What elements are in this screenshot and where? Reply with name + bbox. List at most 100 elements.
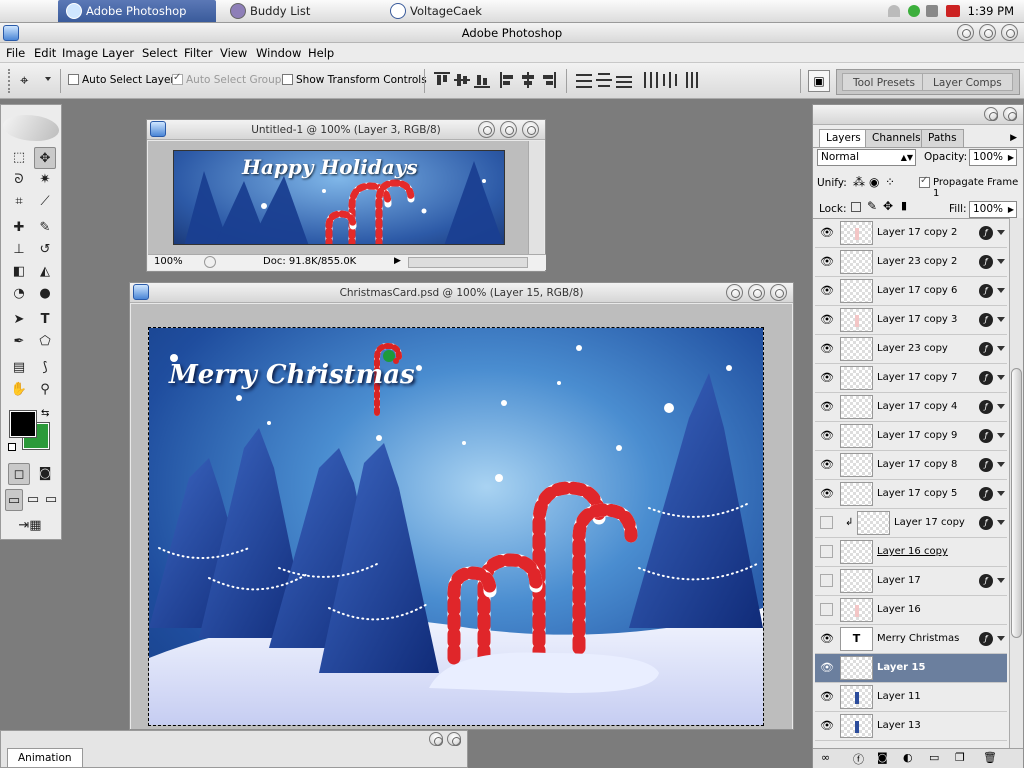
horizontal-scrollbar[interactable] bbox=[408, 257, 528, 268]
status-menu-arrow-icon[interactable]: ▶ bbox=[394, 256, 401, 266]
doc-info-menu-icon[interactable] bbox=[204, 256, 216, 268]
blend-mode-select[interactable]: Normal ▲▼ bbox=[817, 149, 916, 166]
swap-colors-icon[interactable]: ⇆ bbox=[41, 408, 49, 419]
os-tab-photoshop[interactable]: Adobe Photoshop bbox=[58, 0, 216, 22]
menu-help[interactable]: Help bbox=[308, 43, 334, 63]
eyedropper-tool-icon[interactable]: ⟆ bbox=[34, 357, 56, 379]
auto-select-layer-checkbox[interactable] bbox=[68, 74, 79, 85]
layer-row[interactable]: Layer 16 bbox=[815, 596, 1007, 625]
unify-position-icon[interactable]: ⁂ bbox=[853, 175, 865, 189]
maximize-button[interactable] bbox=[500, 121, 517, 138]
distribute-left-edges-icon[interactable] bbox=[642, 72, 658, 88]
layer-effects-icon[interactable]: ƒ bbox=[979, 255, 993, 269]
opacity-field[interactable]: 100% ▶ bbox=[969, 149, 1017, 166]
layer-row[interactable]: Layer 16 copy bbox=[815, 538, 1007, 567]
move-tool-icon[interactable]: ⌖ bbox=[20, 71, 28, 89]
lasso-tool-icon[interactable]: ᘐ bbox=[8, 169, 30, 191]
expand-effects-icon[interactable] bbox=[997, 375, 1005, 380]
align-vertical-centers-icon[interactable] bbox=[454, 72, 470, 88]
new-layer-icon[interactable]: ❐ bbox=[955, 751, 965, 764]
close-button[interactable] bbox=[1001, 24, 1018, 41]
visibility-eye-icon[interactable]: 👁 bbox=[819, 312, 835, 328]
lock-all-icon[interactable]: ▮ bbox=[901, 199, 907, 212]
marquee-tool-icon[interactable]: ⬚ bbox=[8, 147, 30, 169]
visibility-toggle[interactable] bbox=[820, 545, 833, 558]
zoom-level[interactable]: 100% bbox=[154, 256, 183, 267]
unify-visibility-icon[interactable]: ◉ bbox=[869, 175, 879, 189]
visibility-eye-icon[interactable]: 👁 bbox=[819, 689, 835, 705]
layer-row[interactable]: 👁 Layer 23 copy 2 ƒ bbox=[815, 248, 1007, 277]
expand-effects-icon[interactable] bbox=[997, 230, 1005, 235]
auto-select-groups-checkbox[interactable] bbox=[172, 72, 183, 85]
close-button[interactable] bbox=[770, 284, 787, 301]
battery-icon[interactable] bbox=[946, 5, 960, 17]
menu-edit[interactable]: Edit bbox=[34, 43, 56, 63]
zoom-tool-icon[interactable]: ⚲ bbox=[34, 379, 56, 401]
expand-effects-icon[interactable] bbox=[997, 520, 1005, 525]
layer-effects-icon[interactable]: ƒ bbox=[979, 632, 993, 646]
palette-well-icon[interactable]: ▣ bbox=[808, 70, 830, 92]
distribute-horizontal-centers-icon[interactable] bbox=[662, 72, 678, 88]
delete-layer-icon[interactable]: 🗑 bbox=[983, 751, 997, 764]
status-icon[interactable] bbox=[908, 5, 920, 17]
layer-row[interactable]: 👁 Layer 17 copy 8 ƒ bbox=[815, 451, 1007, 480]
layer-row[interactable]: 👁 Layer 17 copy 3 ƒ bbox=[815, 306, 1007, 335]
tab-channels[interactable]: Channels bbox=[865, 129, 928, 147]
vertical-scrollbar[interactable] bbox=[528, 141, 544, 254]
expand-effects-icon[interactable] bbox=[997, 491, 1005, 496]
slice-tool-icon[interactable]: ⟋ bbox=[34, 191, 56, 213]
visibility-toggle[interactable] bbox=[820, 603, 833, 616]
clone-stamp-tool-icon[interactable]: ⊥ bbox=[8, 239, 30, 261]
layer-effects-icon[interactable]: ƒ bbox=[979, 226, 993, 240]
layer-mask-icon[interactable]: ◙ bbox=[877, 751, 888, 764]
tool-presets-tab[interactable]: Tool Presets bbox=[842, 73, 926, 91]
layer-row[interactable]: 👁 Layer 17 copy 5 ƒ bbox=[815, 480, 1007, 509]
animation-tab[interactable]: Animation bbox=[7, 748, 83, 767]
layer-effects-icon[interactable]: ƒ bbox=[979, 400, 993, 414]
layer-row[interactable]: 👁 T Merry Christmas ƒ bbox=[815, 625, 1007, 654]
layer-row[interactable]: 👁 Layer 17 copy 2 ƒ bbox=[815, 219, 1007, 248]
visibility-eye-icon[interactable]: 👁 bbox=[819, 631, 835, 647]
layer-row[interactable]: 👁 Layer 17 copy 9 ƒ bbox=[815, 422, 1007, 451]
dodge-tool-icon[interactable]: ● bbox=[34, 283, 56, 305]
layer-effects-icon[interactable]: ƒ bbox=[979, 342, 993, 356]
distribute-right-edges-icon[interactable] bbox=[682, 72, 698, 88]
layer-effects-icon[interactable]: ƒ bbox=[979, 371, 993, 385]
default-colors-icon[interactable] bbox=[8, 443, 16, 451]
os-tab-buddy-list[interactable]: Buddy List bbox=[222, 0, 372, 22]
close-button[interactable] bbox=[447, 732, 461, 746]
propagate-frame-checkbox[interactable] bbox=[919, 175, 930, 188]
close-button[interactable] bbox=[522, 121, 539, 138]
expand-effects-icon[interactable] bbox=[997, 433, 1005, 438]
apple-icon[interactable] bbox=[6, 2, 42, 21]
tool-preset-dropdown-icon[interactable] bbox=[45, 77, 51, 81]
eraser-tool-icon[interactable]: ◧ bbox=[8, 261, 30, 283]
expand-effects-icon[interactable] bbox=[997, 346, 1005, 351]
lock-image-pixels-icon[interactable]: ✎ bbox=[867, 199, 877, 213]
screen-mode-full-icon[interactable]: ▭ bbox=[42, 489, 60, 511]
expand-effects-icon[interactable] bbox=[997, 462, 1005, 467]
paint-bucket-tool-icon[interactable]: ◭ bbox=[34, 261, 56, 283]
shape-tool-icon[interactable]: ⬠ bbox=[34, 331, 56, 353]
visibility-eye-icon[interactable]: 👁 bbox=[819, 660, 835, 676]
layer-row[interactable]: 👁 Layer 17 copy 7 ƒ bbox=[815, 364, 1007, 393]
visibility-eye-icon[interactable]: 👁 bbox=[819, 457, 835, 473]
show-transform-controls-checkbox[interactable] bbox=[282, 74, 293, 85]
hand-tool-icon[interactable]: ✋ bbox=[8, 379, 30, 401]
layer-style-icon[interactable]: ⓕ bbox=[853, 751, 864, 767]
menu-filter[interactable]: Filter bbox=[184, 43, 212, 63]
printer-icon[interactable] bbox=[926, 5, 938, 17]
document-canvas-area[interactable]: Merry Christmas bbox=[131, 304, 792, 729]
align-left-edges-icon[interactable] bbox=[500, 72, 516, 88]
layer-effects-icon[interactable]: ƒ bbox=[979, 313, 993, 327]
layer-effects-icon[interactable]: ƒ bbox=[979, 458, 993, 472]
layer-effects-icon[interactable]: ƒ bbox=[979, 574, 993, 588]
layer-comps-tab[interactable]: Layer Comps bbox=[922, 73, 1013, 91]
layers-scrollbar[interactable] bbox=[1009, 218, 1023, 748]
layer-row[interactable]: 👁 Layer 23 copy ƒ bbox=[815, 335, 1007, 364]
new-group-icon[interactable]: ▭ bbox=[929, 751, 939, 764]
align-right-edges-icon[interactable] bbox=[540, 72, 556, 88]
healing-brush-tool-icon[interactable]: ✚ bbox=[8, 217, 30, 239]
wifi-icon[interactable] bbox=[888, 5, 900, 17]
close-button[interactable] bbox=[1003, 107, 1017, 121]
